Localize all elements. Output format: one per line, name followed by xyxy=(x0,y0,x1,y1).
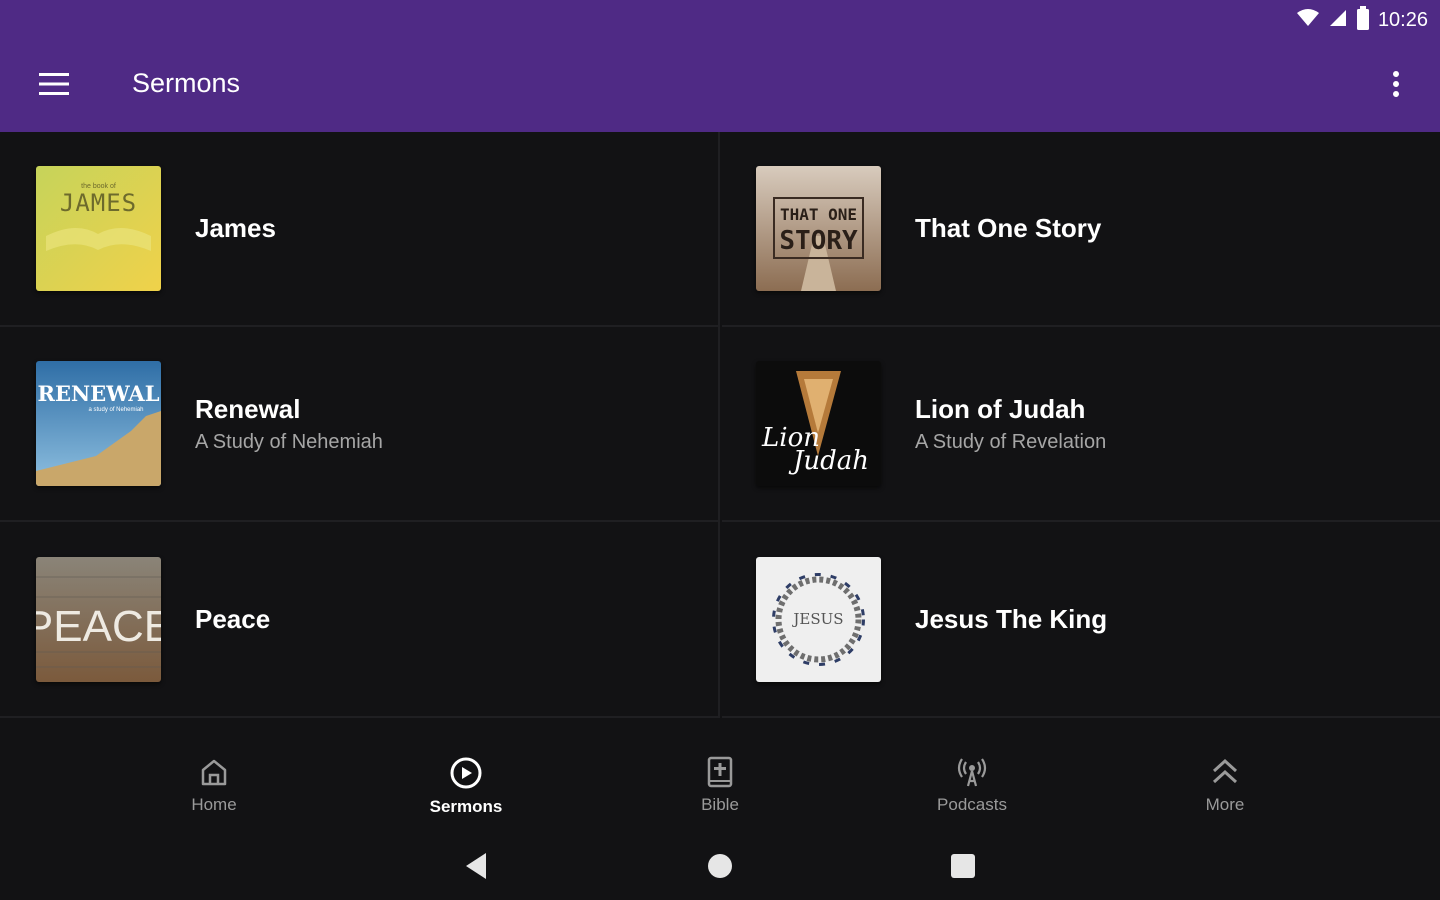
sermon-title: Renewal xyxy=(195,393,301,424)
chevrons-up-icon xyxy=(1209,756,1241,793)
nav-label: Home xyxy=(191,795,237,814)
nav-podcasts[interactable]: Podcasts xyxy=(892,756,1052,815)
sermon-title: Lion of Judah xyxy=(915,393,1086,424)
status-bar: 10:26 xyxy=(0,0,1440,40)
nav-label: Sermons xyxy=(429,797,503,816)
sermon-artwork: RENEWAL a study of Nehemiah xyxy=(36,361,161,486)
svg-text:JESUS: JESUS xyxy=(791,610,843,628)
sermon-title: Peace xyxy=(195,603,271,634)
svg-text:PEACE: PEACE xyxy=(36,602,161,651)
nav-label: Bible xyxy=(701,795,739,814)
sermon-item-that-one-story[interactable]: THAT ONE STORY That One Story xyxy=(722,132,1440,327)
page-title: Sermons xyxy=(132,68,241,98)
sermon-artwork: PEACE xyxy=(36,556,161,682)
sermon-title: James xyxy=(195,213,276,243)
sermon-title: That One Story xyxy=(915,213,1102,243)
nav-label: More xyxy=(1205,795,1245,814)
bottom-navigation: Home Sermons Bible Podcasts More xyxy=(0,718,1440,830)
svg-text:JAMES: JAMES xyxy=(60,189,137,217)
sermon-title: Jesus The King xyxy=(915,603,1108,634)
bible-icon xyxy=(704,756,736,793)
hamburger-menu-icon[interactable] xyxy=(24,64,84,104)
svg-text:a study of Nehemiah: a study of Nehemiah xyxy=(88,407,143,413)
status-icons: 10:26 xyxy=(1296,5,1428,35)
more-vert-icon[interactable] xyxy=(1376,64,1416,104)
sermon-item-renewal[interactable]: RENEWAL a study of Nehemiah Renewal A St… xyxy=(0,327,720,522)
sermon-subtitle: A Study of Nehemiah xyxy=(195,430,383,453)
wifi-icon xyxy=(1296,8,1320,33)
back-icon[interactable] xyxy=(458,848,494,884)
nav-label: Podcasts xyxy=(937,795,1007,814)
svg-text:Judah: Judah xyxy=(788,446,869,476)
cell-signal-icon xyxy=(1328,8,1348,33)
nav-bible[interactable]: Bible xyxy=(640,756,800,815)
system-navigation-bar xyxy=(0,830,1440,900)
podcast-icon xyxy=(956,756,988,793)
nav-sermons[interactable]: Sermons xyxy=(386,756,546,817)
sermon-grid: the book of JAMES James THAT ONE STORY T… xyxy=(0,132,1440,718)
svg-text:STORY: STORY xyxy=(779,226,858,256)
home-circle-icon[interactable] xyxy=(702,848,738,884)
svg-text:THAT ONE: THAT ONE xyxy=(780,205,857,224)
sermon-artwork: JESUS xyxy=(756,556,881,682)
battery-icon xyxy=(1356,5,1370,35)
svg-text:RENEWAL: RENEWAL xyxy=(38,381,160,406)
sermon-artwork: Lion Judah xyxy=(756,361,881,486)
status-time: 10:26 xyxy=(1377,8,1428,31)
sermon-artwork: THAT ONE STORY xyxy=(756,166,881,291)
play-circle-icon xyxy=(449,756,483,795)
sermon-artwork: the book of JAMES xyxy=(36,166,161,291)
app-bar: Sermons xyxy=(0,40,1440,132)
sermon-item-james[interactable]: the book of JAMES James xyxy=(0,132,720,327)
sermon-item-lion-of-judah[interactable]: Lion Judah Lion of Judah A Study of Reve… xyxy=(722,327,1440,522)
nav-home[interactable]: Home xyxy=(134,756,294,815)
recents-icon[interactable] xyxy=(945,848,981,884)
nav-more[interactable]: More xyxy=(1145,756,1305,815)
home-icon xyxy=(198,756,230,793)
sermon-item-peace[interactable]: PEACE Peace xyxy=(0,522,720,718)
sermon-item-jesus-the-king[interactable]: JESUS Jesus The King xyxy=(722,522,1440,718)
sermon-subtitle: A Study of Revelation xyxy=(915,430,1107,453)
